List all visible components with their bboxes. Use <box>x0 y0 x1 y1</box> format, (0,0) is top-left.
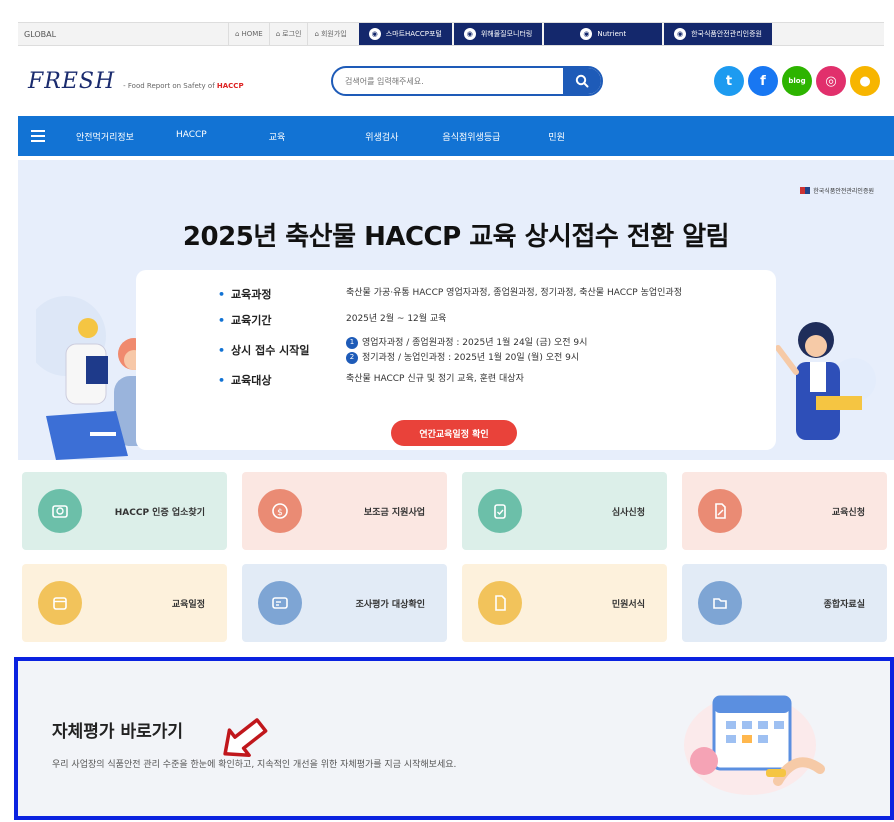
store-search-icon <box>38 489 82 533</box>
login-icon: ⌂ <box>275 30 281 38</box>
search-button[interactable] <box>563 68 601 94</box>
agency-flag-icon <box>800 187 811 194</box>
id-card-icon <box>258 581 302 625</box>
form-icon <box>478 581 522 625</box>
document-pen-icon <box>698 489 742 533</box>
checklist-illustration <box>684 695 825 795</box>
self-assessment-title[interactable]: 자체평가 바로가기 <box>52 717 183 742</box>
folder-icon <box>698 581 742 625</box>
brand-name: FRESH <box>28 68 116 94</box>
svg-text:$: $ <box>277 508 283 518</box>
portal-logo-icon: ◉ <box>580 28 593 40</box>
portal-logo-icon: ◉ <box>368 28 381 40</box>
search-box <box>331 66 603 96</box>
tile-education-application[interactable]: 교육신청 <box>682 472 887 550</box>
agency-logo: 한국식품안전관리인증원 <box>800 186 874 195</box>
instagram-icon[interactable]: ◎ <box>816 66 846 96</box>
hamburger-menu-button[interactable] <box>18 116 58 156</box>
portal-nutrient[interactable]: ◉ Nutrient <box>544 23 663 45</box>
hamburger-icon <box>31 130 45 132</box>
search-input[interactable] <box>333 76 563 86</box>
page: GLOBAL ⌂ HOME ⌂ 로그인 ⌂ 회원가입 ◉ 스마트HACCP포털 ◉ 위해물… <box>0 0 894 822</box>
annual-schedule-button[interactable]: 연간교육일정 확인 <box>391 420 517 446</box>
main-banner[interactable]: 한국식품안전관리인증원 2025년 축산물 HACCP 교육 상시접수 전환 알… <box>18 160 894 460</box>
home-icon: ⌂ <box>235 30 240 38</box>
self-assessment-section[interactable]: 자체평가 바로가기 우리 사업장의 식품안전 관리 수준을 한눈에 확인하고, … <box>14 657 894 820</box>
facebook-icon[interactable]: f <box>748 66 778 96</box>
portal-smart-haccp[interactable]: ◉ 스마트HACCP포털 <box>358 23 452 45</box>
calendar-icon <box>38 581 82 625</box>
info-list: 교육과정 축산물 가공·유통 HACCP 영업자과정, 종업원과정, 정기과정,… <box>218 286 716 398</box>
number-two-icon: 2 <box>346 351 358 364</box>
tile-haccp-search[interactable]: HACCP 인증 업소찾기 <box>22 472 227 550</box>
kakao-icon[interactable]: ● <box>850 66 880 96</box>
top-utility-bar: GLOBAL ⌂ HOME ⌂ 로그인 ⌂ 회원가입 ◉ 스마트HACCP포털 ◉ 위해물… <box>18 22 884 46</box>
number-one-icon: 1 <box>346 336 358 349</box>
nav-item-civil-service[interactable]: 민원 <box>548 130 565 143</box>
info-row: 교육과정 축산물 가공·유통 HACCP 영업자과정, 종업원과정, 정기과정,… <box>218 286 716 302</box>
tile-subsidy[interactable]: $ 보조금 지원사업 <box>242 472 447 550</box>
home-link[interactable]: ⌂ HOME <box>228 23 269 45</box>
social-links: t f blog ◎ ● <box>714 66 880 96</box>
header: FRESH - Food Report on Safety of HACCP t… <box>18 52 884 110</box>
quick-links: HACCP 인증 업소찾기 $ 보조금 지원사업 심사신청 교육신청 교육일정 … <box>22 472 890 642</box>
brand-tagline: - Food Report on Safety of HACCP <box>123 81 244 90</box>
portal-haccp-agency[interactable]: ◉ 한국식품안전관리인증원 <box>664 23 772 45</box>
tile-audit-application[interactable]: 심사신청 <box>462 472 667 550</box>
global-link[interactable]: GLOBAL <box>18 30 228 39</box>
banner-title: 2025년 축산물 HACCP 교육 상시접수 전환 알림 <box>182 222 730 252</box>
pointer-arrow-icon <box>223 718 268 758</box>
clipboard-icon <box>478 489 522 533</box>
nav-item-haccp[interactable]: HACCP <box>176 130 207 143</box>
nav-item-hygiene-inspection[interactable]: 위생검사 <box>365 130 398 143</box>
portal-hazard-monitoring[interactable]: ◉ 위해물질모니터링 <box>453 23 543 45</box>
portal-links: ◉ 스마트HACCP포털 ◉ 위해물질모니터링 ◉ Nutrient ◉ 한국식품안전관… <box>358 23 774 45</box>
tile-survey-target-check[interactable]: 조사평가 대상확인 <box>242 564 447 642</box>
coin-icon: $ <box>258 489 302 533</box>
nav-item-restaurant-grade[interactable]: 음식점위생등급 <box>442 130 500 143</box>
tile-education-schedule[interactable]: 교육일정 <box>22 564 227 642</box>
main-nav: 안전먹거리정보 HACCP 교육 위생검사 음식점위생등급 민원 <box>18 116 894 156</box>
tile-civil-forms[interactable]: 민원서식 <box>462 564 667 642</box>
user-icon: ⌂ <box>314 30 319 38</box>
tile-resource-library[interactable]: 종합자료실 <box>682 564 887 642</box>
portal-logo-icon: ◉ <box>463 28 476 40</box>
site-logo[interactable]: FRESH - Food Report on Safety of HACCP <box>28 69 328 94</box>
util-links: ⌂ HOME ⌂ 로그인 ⌂ 회원가입 <box>228 23 353 45</box>
info-row: 교육대상 축산물 HACCP 신규 및 정기 교육, 훈련 대상자 <box>218 372 716 388</box>
blog-icon[interactable]: blog <box>782 66 812 96</box>
banner-info-card: 교육과정 축산물 가공·유통 HACCP 영업자과정, 종업원과정, 정기과정,… <box>136 270 776 450</box>
signup-link[interactable]: ⌂ 회원가입 <box>307 23 352 45</box>
search-icon <box>575 74 589 88</box>
info-row: 교육기간 2025년 2월 ~ 12월 교육 <box>218 312 716 328</box>
login-link[interactable]: ⌂ 로그인 <box>268 23 308 45</box>
twitter-icon[interactable]: t <box>714 66 744 96</box>
nav-item-safe-food[interactable]: 안전먹거리정보 <box>76 130 134 143</box>
nav-items: 안전먹거리정보 HACCP 교육 위생검사 음식점위생등급 민원 <box>58 130 565 143</box>
portal-logo-icon: ◉ <box>674 28 687 40</box>
nav-item-education[interactable]: 교육 <box>269 130 286 143</box>
info-row: 상시 접수 시작일 1영업자과정 / 종업원과정 : 2025년 1월 24일 … <box>218 336 716 366</box>
